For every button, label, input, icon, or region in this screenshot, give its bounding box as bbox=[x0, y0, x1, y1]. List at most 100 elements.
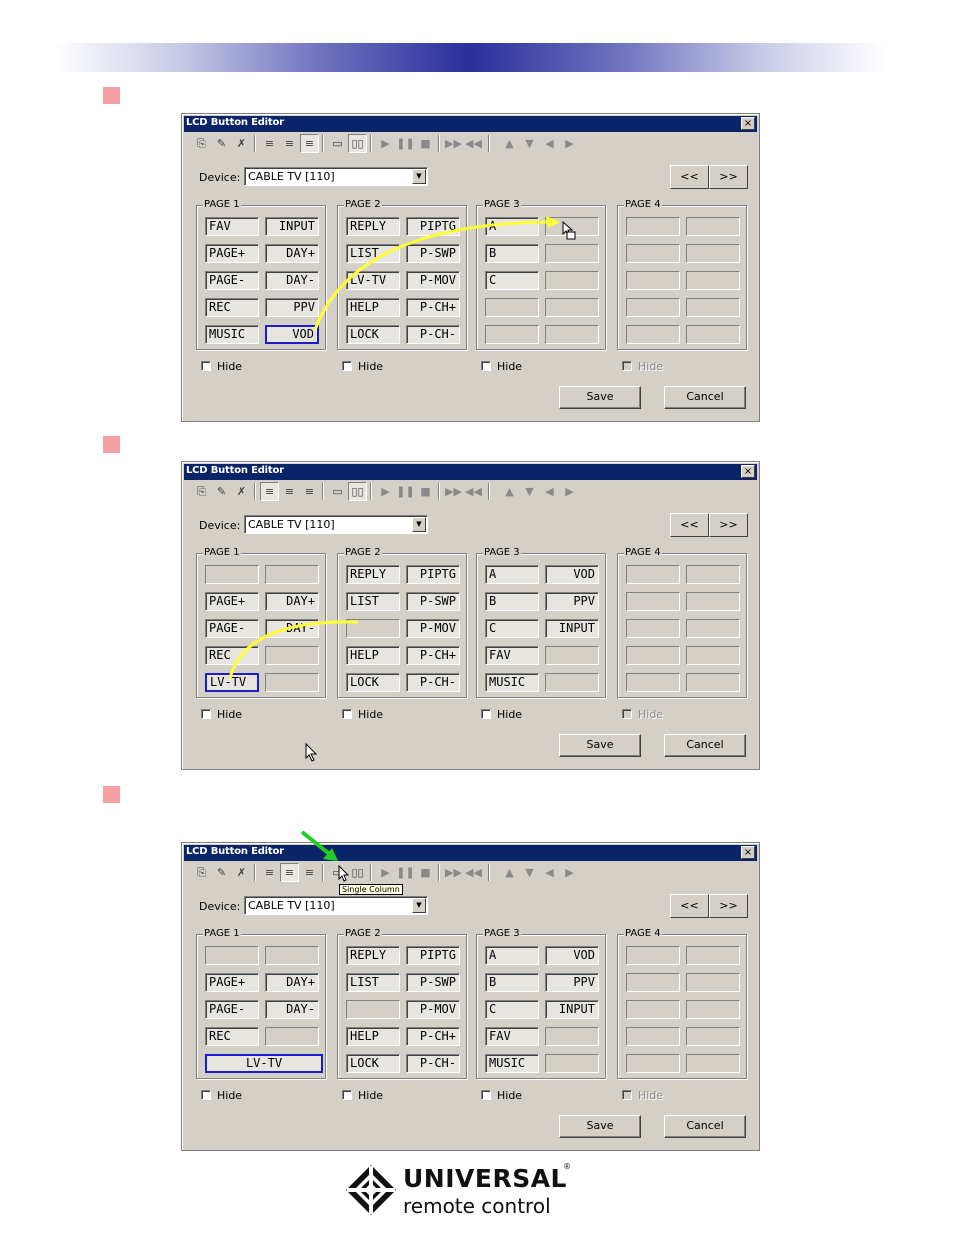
lcd-button[interactable]: P-SWP bbox=[406, 592, 460, 611]
lcd-button[interactable]: PAGE- bbox=[205, 271, 259, 290]
lcd-button[interactable]: P-CH+ bbox=[406, 646, 460, 665]
lcd-button[interactable] bbox=[686, 271, 740, 290]
hide-checkbox[interactable] bbox=[342, 709, 352, 719]
lcd-button[interactable] bbox=[265, 1027, 319, 1046]
lcd-button[interactable]: REC bbox=[205, 298, 259, 317]
lcd-button[interactable]: FAV bbox=[485, 1027, 539, 1046]
device-select[interactable]: CABLE TV [110] ▼ bbox=[244, 167, 428, 186]
lcd-button[interactable]: REPLY bbox=[346, 565, 400, 584]
lcd-button[interactable]: PAGE- bbox=[205, 1000, 259, 1019]
edit-button[interactable]: ✎ bbox=[212, 482, 231, 501]
lcd-button[interactable]: P-CH- bbox=[406, 673, 460, 692]
lcd-button[interactable] bbox=[545, 1027, 599, 1046]
lcd-button[interactable] bbox=[686, 973, 740, 992]
lcd-button[interactable]: HELP bbox=[346, 298, 400, 317]
lcd-button[interactable] bbox=[265, 673, 319, 692]
lcd-button[interactable] bbox=[265, 565, 319, 584]
pause-button[interactable]: ❚❚ bbox=[396, 863, 415, 882]
lcd-button[interactable]: B bbox=[485, 973, 539, 992]
rewind-button[interactable]: ◀◀ bbox=[464, 863, 483, 882]
lcd-button[interactable] bbox=[626, 973, 680, 992]
previous-device-button[interactable]: << bbox=[670, 513, 709, 537]
lcd-button[interactable] bbox=[485, 325, 539, 344]
single-column-button[interactable]: ▭ bbox=[328, 482, 347, 501]
delete-button[interactable]: ✗ bbox=[232, 134, 251, 153]
lcd-button[interactable]: P-MOV bbox=[406, 619, 460, 638]
lcd-button[interactable] bbox=[545, 646, 599, 665]
lcd-button[interactable]: PIPTG bbox=[406, 565, 460, 584]
hide-checkbox[interactable] bbox=[201, 709, 211, 719]
lcd-button[interactable]: PAGE+ bbox=[205, 592, 259, 611]
lcd-button[interactable] bbox=[265, 946, 319, 965]
align-left-button[interactable]: ≡ bbox=[260, 134, 279, 153]
lcd-button[interactable] bbox=[626, 271, 680, 290]
up-arrow-button[interactable]: ▲ bbox=[500, 863, 519, 882]
cancel-button[interactable]: Cancel bbox=[664, 734, 746, 757]
lcd-button[interactable] bbox=[626, 1054, 680, 1073]
next-device-button[interactable]: >> bbox=[709, 894, 748, 918]
lcd-button[interactable] bbox=[626, 565, 680, 584]
lcd-button[interactable]: VOD bbox=[545, 946, 599, 965]
rewind-button[interactable]: ◀◀ bbox=[464, 134, 483, 153]
close-button[interactable]: × bbox=[741, 846, 755, 859]
close-button[interactable]: × bbox=[741, 117, 755, 130]
lcd-button[interactable]: REPLY bbox=[346, 217, 400, 236]
lcd-button[interactable]: A bbox=[485, 946, 539, 965]
lcd-button[interactable]: LIST bbox=[346, 592, 400, 611]
lcd-button[interactable]: PPV bbox=[545, 592, 599, 611]
fast-forward-button[interactable]: ▶▶ bbox=[444, 134, 463, 153]
lcd-button[interactable]: INPUT bbox=[545, 1000, 599, 1019]
device-select[interactable]: CABLE TV [110] ▼ bbox=[244, 896, 428, 915]
pause-button[interactable]: ❚❚ bbox=[396, 134, 415, 153]
lcd-button[interactable]: LOCK bbox=[346, 1054, 400, 1073]
hide-checkbox[interactable] bbox=[201, 1090, 211, 1100]
stop-button[interactable]: ■ bbox=[416, 482, 435, 501]
lcd-button[interactable]: PIPTG bbox=[406, 217, 460, 236]
left-arrow-button[interactable]: ◀ bbox=[540, 134, 559, 153]
lcd-button[interactable]: P-CH- bbox=[406, 1054, 460, 1073]
edit-button[interactable]: ✎ bbox=[212, 134, 231, 153]
lcd-button[interactable]: DAY- bbox=[265, 271, 319, 290]
lcd-button[interactable]: A bbox=[485, 217, 539, 236]
device-select[interactable]: CABLE TV [110] ▼ bbox=[244, 515, 428, 534]
lcd-button[interactable]: REC bbox=[205, 646, 259, 665]
hide-checkbox[interactable] bbox=[481, 361, 491, 371]
lcd-button[interactable]: DAY+ bbox=[265, 973, 319, 992]
lcd-button[interactable] bbox=[626, 1000, 680, 1019]
save-button[interactable]: Save bbox=[559, 386, 641, 409]
lcd-button[interactable]: P-SWP bbox=[406, 973, 460, 992]
lcd-button[interactable] bbox=[626, 1027, 680, 1046]
next-device-button[interactable]: >> bbox=[709, 513, 748, 537]
close-button[interactable]: × bbox=[741, 465, 755, 478]
lcd-button[interactable] bbox=[545, 298, 599, 317]
align-right-button[interactable]: ≡ bbox=[300, 134, 319, 153]
hide-checkbox[interactable] bbox=[622, 361, 632, 371]
chevron-down-icon[interactable]: ▼ bbox=[412, 169, 426, 184]
lcd-button[interactable] bbox=[545, 1054, 599, 1073]
up-arrow-button[interactable]: ▲ bbox=[500, 134, 519, 153]
lcd-button[interactable]: DAY+ bbox=[265, 592, 319, 611]
double-column-button[interactable]: ▯▯ bbox=[348, 134, 367, 153]
hide-checkbox[interactable] bbox=[622, 1090, 632, 1100]
align-right-button[interactable]: ≡ bbox=[300, 863, 319, 882]
lcd-button[interactable]: PPV bbox=[265, 298, 319, 317]
lcd-button[interactable] bbox=[626, 298, 680, 317]
lcd-button[interactable]: FAV bbox=[205, 217, 259, 236]
lcd-button[interactable]: MUSIC bbox=[485, 673, 539, 692]
lcd-button[interactable] bbox=[205, 946, 259, 965]
lcd-button[interactable]: PAGE+ bbox=[205, 973, 259, 992]
lcd-button[interactable] bbox=[545, 217, 599, 236]
lcd-button[interactable]: A bbox=[485, 565, 539, 584]
lcd-button[interactable]: DAY- bbox=[265, 619, 319, 638]
stop-button[interactable]: ■ bbox=[416, 863, 435, 882]
lcd-button[interactable] bbox=[686, 244, 740, 263]
lcd-button[interactable] bbox=[686, 1000, 740, 1019]
lcd-button[interactable] bbox=[686, 1054, 740, 1073]
copy-button[interactable]: ⎘ bbox=[192, 134, 211, 153]
lcd-button[interactable]: PIPTG bbox=[406, 946, 460, 965]
lcd-button[interactable]: C bbox=[485, 619, 539, 638]
lcd-button[interactable] bbox=[626, 646, 680, 665]
lcd-button[interactable]: HELP bbox=[346, 1027, 400, 1046]
lcd-button[interactable]: VOD bbox=[265, 325, 319, 344]
lcd-button[interactable]: B bbox=[485, 592, 539, 611]
